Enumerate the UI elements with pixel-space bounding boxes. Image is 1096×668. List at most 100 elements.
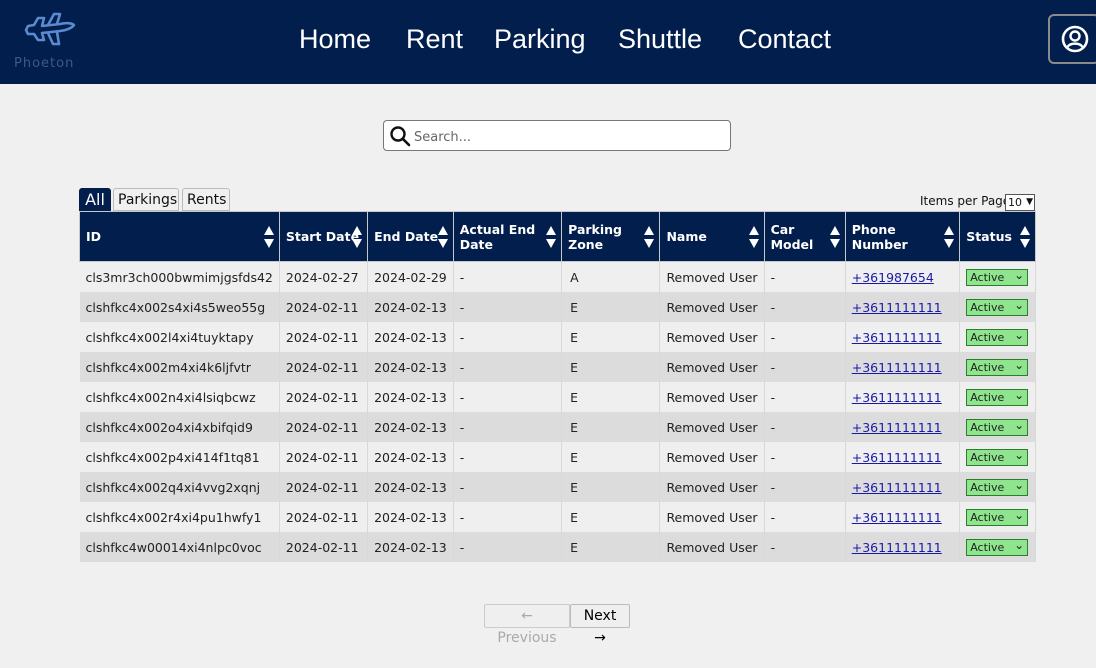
column-header-name[interactable]: Name	[659, 211, 765, 262]
filter-rents-button[interactable]: Rents	[182, 188, 230, 211]
items-per-page-select[interactable]: 10 ▼	[1005, 194, 1035, 211]
nav-rent-link[interactable]: Rent	[406, 24, 463, 55]
phone-cell: +3611111111	[845, 472, 961, 502]
end-cell: 2024-02-13	[367, 532, 454, 562]
phone-link[interactable]: +361987654	[852, 270, 934, 285]
zone-cell: E	[561, 412, 661, 442]
actual-end-cell: -	[453, 532, 563, 562]
status-select[interactable]: Active ⌄	[966, 327, 1029, 346]
filter-all-button[interactable]: All	[79, 188, 111, 211]
status-value: Active	[970, 390, 1005, 404]
start-cell: 2024-02-11	[279, 532, 369, 562]
table-row[interactable]: clshfkc4x002n4xi4lsiqbcwz 2024-02-11 2024-…	[79, 382, 1036, 412]
status-select[interactable]: Active ⌄	[966, 387, 1029, 406]
sort-arrows-icon[interactable]	[748, 225, 760, 249]
status-cell: Active ⌄	[959, 382, 1036, 412]
end-cell: 2024-02-13	[367, 442, 454, 472]
search-input[interactable]	[412, 126, 716, 148]
table-row[interactable]: clshfkc4w00014xi4nlpc0voc 2024-02-11 2024-…	[79, 532, 1036, 562]
profile-button[interactable]	[1048, 14, 1096, 64]
id-cell: clshfkc4x002s4xi4s5weo55g	[79, 292, 280, 322]
end-cell: 2024-02-13	[367, 352, 454, 382]
status-select[interactable]: Active ⌄	[966, 507, 1029, 526]
table-row[interactable]: clshfkc4x002m4xi4k6ljfvtr 2024-02-11 2024-…	[79, 352, 1036, 382]
table-row[interactable]: cls3mr3ch000bwmimjgsfds42 2024-02-27 2024-…	[79, 261, 1036, 292]
sort-arrows-icon[interactable]	[943, 225, 955, 249]
status-select[interactable]: Active ⌄	[966, 417, 1029, 436]
nav-parking-link[interactable]: Parking	[494, 24, 586, 55]
column-header-end-date[interactable]: End Date	[367, 211, 454, 262]
zone-cell: E	[561, 442, 661, 472]
table-row[interactable]: clshfkc4x002q4xi4vvg2xqnj 2024-02-11 2024-…	[79, 472, 1036, 502]
sort-arrows-icon[interactable]	[545, 225, 557, 249]
phone-link[interactable]: +3611111111	[852, 510, 942, 525]
chevron-down-icon: ⌄	[1014, 327, 1025, 342]
nav-shuttle-link[interactable]: Shuttle	[618, 24, 702, 55]
name-cell: Removed User	[659, 292, 765, 322]
zone-cell: E	[561, 382, 661, 412]
actual-end-cell: -	[453, 442, 563, 472]
chevron-down-icon: ⌄	[1014, 507, 1025, 522]
phone-link[interactable]: +3611111111	[852, 420, 942, 435]
phone-link[interactable]: +3611111111	[852, 360, 942, 375]
name-cell: Removed User	[659, 352, 765, 382]
nav-contact-link[interactable]: Contact	[738, 24, 831, 55]
start-cell: 2024-02-11	[279, 472, 369, 502]
column-header-parking-zone[interactable]: Parking Zone	[561, 211, 661, 262]
table-row[interactable]: clshfkc4x002s4xi4s5weo55g 2024-02-11 2024-…	[79, 292, 1036, 322]
id-cell: clshfkc4x002o4xi4xbifqid9	[79, 412, 280, 442]
name-cell: Removed User	[659, 261, 765, 292]
id-cell: clshfkc4x002n4xi4lsiqbcwz	[79, 382, 280, 412]
table-row[interactable]: clshfkc4x002l4xi4tuyktapy 2024-02-11 2024-…	[79, 322, 1036, 352]
sort-arrows-icon[interactable]	[829, 225, 841, 249]
status-value: Active	[970, 330, 1005, 344]
status-select[interactable]: Active ⌄	[966, 538, 1029, 556]
phone-link[interactable]: +3611111111	[852, 300, 942, 315]
car-cell: -	[764, 442, 846, 472]
status-select[interactable]: Active ⌄	[966, 358, 1029, 376]
chevron-down-icon: ⌄	[1014, 417, 1025, 432]
start-cell: 2024-02-11	[279, 322, 369, 352]
status-select[interactable]: Active ⌄	[966, 268, 1029, 286]
column-header-status[interactable]: Status	[959, 211, 1036, 262]
name-cell: Removed User	[659, 472, 765, 502]
nav-home-link[interactable]: Home	[299, 24, 371, 55]
status-select[interactable]: Active ⌄	[966, 478, 1029, 496]
phone-link[interactable]: +3611111111	[852, 540, 942, 555]
chevron-down-icon: ⌄	[1014, 387, 1025, 402]
table-row[interactable]: clshfkc4x002o4xi4xbifqid9 2024-02-11 2024-…	[79, 412, 1036, 442]
sort-arrows-icon[interactable]	[1019, 225, 1031, 249]
column-header-id[interactable]: ID	[79, 211, 280, 262]
phone-link[interactable]: +3611111111	[852, 480, 942, 495]
actual-end-cell: -	[453, 352, 563, 382]
column-header-label: Start Date	[285, 229, 360, 244]
phone-cell: +3611111111	[845, 442, 961, 472]
end-cell: 2024-02-13	[367, 322, 454, 352]
main-menu: Home Rent Parking Shuttle Contact	[0, 0, 1096, 84]
sort-arrows-icon[interactable]	[263, 225, 275, 249]
status-value: Active	[970, 300, 1005, 314]
status-select[interactable]: Active ⌄	[966, 448, 1029, 466]
name-cell: Removed User	[659, 502, 765, 532]
status-select[interactable]: Active ⌄	[966, 298, 1029, 316]
previous-page-button[interactable]: ← Previous	[484, 604, 570, 646]
sort-arrows-icon[interactable]	[351, 225, 363, 249]
phone-link[interactable]: +3611111111	[852, 390, 942, 405]
status-value: Active	[970, 420, 1005, 434]
table-row[interactable]: clshfkc4x002r4xi4pu1hwfy1 2024-02-11 2024-…	[79, 502, 1036, 532]
sort-arrows-icon[interactable]	[437, 225, 449, 249]
column-header-label: Phone Number	[851, 221, 908, 252]
column-header-start-date[interactable]: Start Date	[278, 211, 369, 262]
phone-link[interactable]: +3611111111	[852, 330, 942, 345]
status-value: Active	[970, 270, 1005, 284]
id-cell: clshfkc4x002m4xi4k6ljfvtr	[79, 352, 280, 382]
next-page-button[interactable]: Next →	[570, 604, 630, 646]
column-header-car-model[interactable]: Car Model	[763, 211, 846, 262]
filter-parkings-button[interactable]: Parkings	[113, 188, 179, 211]
phone-link[interactable]: +3611111111	[852, 450, 942, 465]
sort-arrows-icon[interactable]	[643, 225, 655, 249]
name-cell: Removed User	[659, 532, 765, 562]
column-header-actual-end-date[interactable]: Actual End Date	[452, 211, 563, 262]
column-header-phone-number[interactable]: Phone Number	[844, 211, 961, 262]
table-row[interactable]: clshfkc4x002p4xi414f1tq81 2024-02-11 2024-…	[79, 442, 1036, 472]
